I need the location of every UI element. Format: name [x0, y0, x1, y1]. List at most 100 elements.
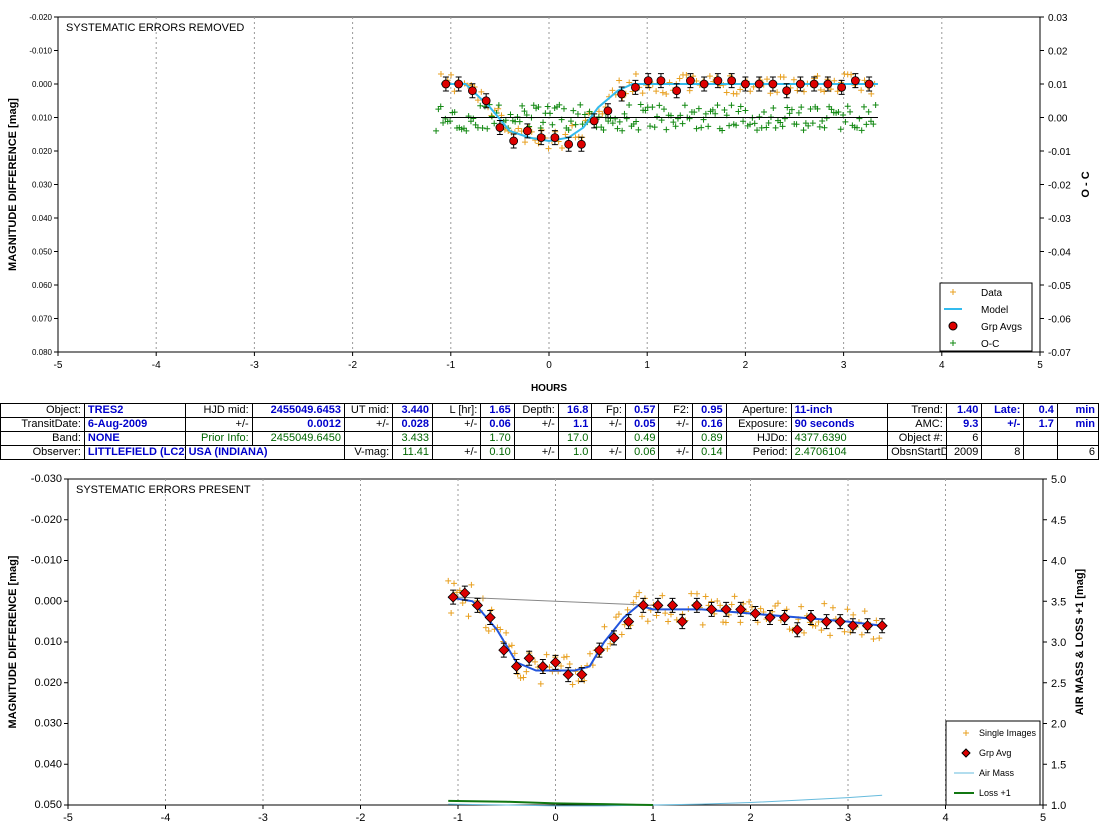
- y-tick-label: -0.020: [31, 514, 62, 526]
- y-tick-label: -0.030: [31, 473, 62, 485]
- y2-tick-label: 0.00: [1048, 114, 1068, 125]
- y-axis-label: MAGNITUDE DIFFERENCE [mag]: [7, 555, 19, 728]
- y-tick-label: 0.040: [32, 214, 53, 223]
- grp-avg-point: [809, 79, 819, 89]
- param-cell: 0.4: [1023, 403, 1058, 418]
- y2-tick-label: 2.5: [1051, 678, 1066, 690]
- y2-tick-label: 3.5: [1051, 596, 1066, 608]
- grp-avg-point: [603, 106, 613, 116]
- param-cell: USA (INDIANA): [184, 445, 345, 460]
- param-cell: V-mag:: [343, 445, 394, 460]
- x-tick-label: 2: [743, 360, 749, 371]
- param-cell: 6: [1056, 445, 1099, 460]
- chart-systematic-errors-removed: -5 -4 -3 -2 -1 0 1 2 3 4 5 -0.020 -0.010 0.000 0.010 0.…: [7, 13, 1092, 394]
- param-cell: 0.89: [692, 431, 727, 446]
- param-cell: 1.0: [557, 445, 593, 460]
- y-tick-label: -0.010: [31, 555, 62, 567]
- grp-avg-point: [656, 76, 666, 86]
- x-tick-label: -2: [348, 360, 357, 371]
- param-cell: 8: [981, 445, 1025, 460]
- x-tick-label: -1: [446, 360, 455, 371]
- param-cell: Exposure:: [725, 417, 792, 432]
- param-cell: [432, 431, 482, 446]
- param-cell: +/-: [343, 417, 394, 432]
- legend-label: Model: [981, 305, 1008, 316]
- legend: Single Images Grp Avg Air Mass Loss +1: [945, 720, 1041, 806]
- y-tick-label: -0.010: [29, 47, 52, 56]
- y2-tick-label: 4.0: [1051, 556, 1066, 568]
- param-cell: 0.14: [692, 445, 727, 460]
- param-cell: 0.57: [624, 403, 660, 418]
- param-cell: Depth:: [513, 403, 559, 418]
- param-cell: 1.65: [480, 403, 515, 418]
- x-tick-label: -3: [258, 812, 268, 824]
- param-cell: 17.0: [557, 431, 593, 446]
- param-cell: 0.95: [692, 403, 727, 418]
- x-axis-label: HOURS: [531, 383, 567, 394]
- param-cell: 0.10: [480, 445, 515, 460]
- y-tick-label: 0.000: [32, 80, 53, 89]
- y2-tick-label: -0.03: [1048, 214, 1071, 225]
- grp-avg-point: [536, 133, 546, 143]
- param-cell: 11-inch: [790, 403, 889, 418]
- legend-label: Loss +1: [979, 788, 1011, 798]
- grp-avg-point: [864, 79, 874, 89]
- param-cell: 11.41: [392, 445, 434, 460]
- y-tick-label: 0.010: [32, 114, 53, 123]
- y2-tick-label: -0.06: [1048, 315, 1071, 326]
- y2-tick-label: -0.01: [1048, 147, 1071, 158]
- y2-tick-label: -0.07: [1048, 348, 1071, 359]
- param-cell: HJD mid:: [184, 403, 253, 418]
- y-tick-label: 0.030: [32, 181, 53, 190]
- param-cell: ObsnStartDate:: [887, 445, 947, 460]
- param-cell: 1.1: [557, 417, 593, 432]
- param-cell: Late:: [981, 403, 1025, 418]
- param-cell: 3.433: [392, 431, 434, 446]
- x-tick-label: -3: [250, 360, 259, 371]
- param-cell: 6-Aug-2009: [83, 417, 186, 432]
- y-tick-label: 0.010: [34, 636, 62, 648]
- y2-tick-label: 2.0: [1051, 719, 1066, 731]
- param-cell: 6: [945, 431, 983, 446]
- x-tick-label: 3: [841, 360, 847, 371]
- param-cell: +/-: [658, 445, 694, 460]
- param-cell: L [hr]:: [432, 403, 482, 418]
- param-cell: 2455049.6450: [251, 431, 345, 446]
- x-tick-label: -4: [152, 360, 161, 371]
- param-cell: +/-: [591, 417, 626, 432]
- param-cell: Object:: [0, 403, 85, 418]
- param-cell: 2009: [945, 445, 983, 460]
- grp-avg-point: [686, 76, 695, 86]
- grp-avg-point: [522, 126, 532, 136]
- x-tick-label: 5: [1040, 812, 1046, 824]
- param-cell: 16.8: [557, 403, 593, 418]
- param-cell: TRES2: [83, 403, 186, 418]
- grp-avg-point: [643, 76, 653, 86]
- param-cell: Object #:: [887, 431, 947, 446]
- y-tick-label: 0.040: [34, 758, 62, 770]
- param-cell: +/-: [513, 445, 559, 460]
- param-cell: [1056, 431, 1099, 446]
- param-cell: +/-: [981, 417, 1025, 432]
- param-cell: LITTLEFIELD (LC2): [83, 445, 186, 460]
- y2-axis-label: AIR MASS & LOSS +1 [mag]: [1074, 568, 1086, 715]
- y2-tick-label: 1.5: [1051, 759, 1066, 771]
- param-cell: Trend:: [887, 403, 947, 418]
- param-row-2: TransitDate: 6-Aug-2009 +/- 0.0012 +/- 0…: [0, 417, 1099, 432]
- legend-label: Grp Avgs: [981, 322, 1022, 333]
- param-row-1: Object: TRES2 HJD mid: 2455049.6453 UT m…: [0, 403, 1099, 418]
- param-cell: Aperture:: [725, 403, 792, 418]
- x-tick-label: 4: [942, 812, 948, 824]
- y2-axis-label: O - C: [1080, 171, 1092, 197]
- param-cell: min: [1056, 403, 1099, 418]
- x-tick-label: 2: [747, 812, 753, 824]
- param-cell: 9.3: [945, 417, 983, 432]
- grp-avg-point: [550, 133, 560, 143]
- param-cell: 1.40: [945, 403, 983, 418]
- grp-avg-point: [468, 86, 477, 96]
- grp-avg-point: [741, 79, 750, 89]
- plot-area: [67, 478, 1044, 806]
- param-cell: 0.0012: [251, 417, 345, 432]
- y-tick-label: 0.020: [32, 147, 53, 156]
- legend-label: Single Images: [979, 728, 1037, 738]
